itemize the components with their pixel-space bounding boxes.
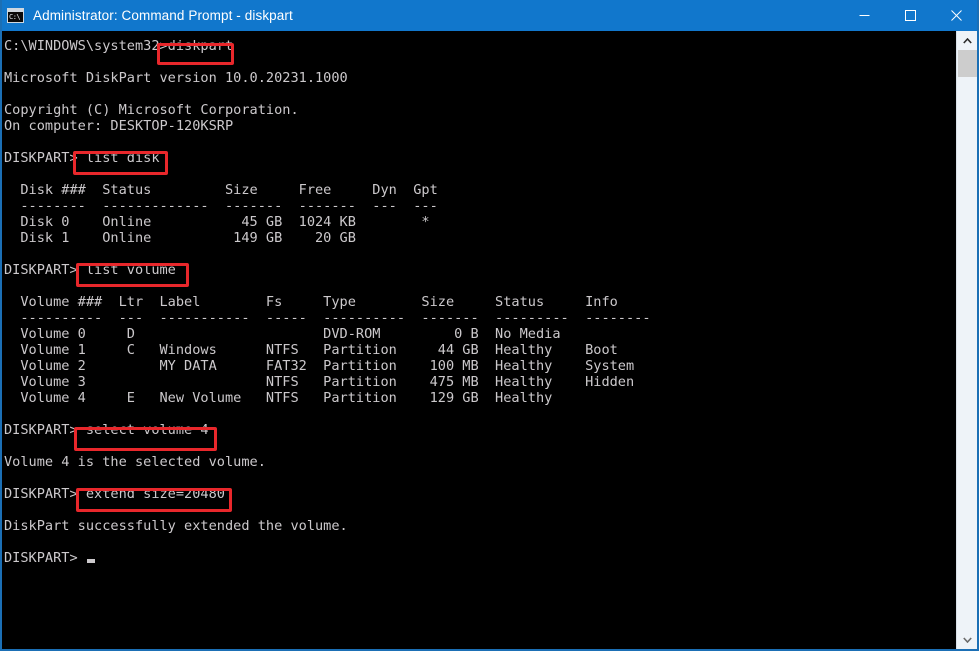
window-titlebar[interactable]: C:\ Administrator: Command Prompt - disk… bbox=[2, 0, 977, 31]
console-line: ---------- --- ----------- ----- -------… bbox=[4, 310, 651, 326]
window-controls bbox=[841, 0, 977, 31]
console-line: Disk ### Status Size Free Dyn Gpt bbox=[4, 182, 438, 198]
scrollbar-track[interactable] bbox=[957, 50, 977, 630]
console-icon: C:\ bbox=[7, 8, 24, 23]
console-text: C:\WINDOWS\system32>diskpart Microsoft D… bbox=[2, 38, 949, 566]
window-title: Administrator: Command Prompt - diskpart bbox=[33, 8, 293, 23]
console-line: Volume ### Ltr Label Fs Type Size Status… bbox=[4, 294, 618, 310]
console-icon-glyph: C:\ bbox=[9, 13, 21, 21]
console-scrollbar[interactable] bbox=[956, 31, 977, 649]
text-cursor bbox=[86, 559, 95, 563]
console-line: Volume 0 D DVD-ROM 0 B No Media bbox=[4, 326, 561, 342]
console-line: DISKPART> list volume bbox=[4, 262, 176, 278]
console-line: On computer: DESKTOP-120KSRP bbox=[4, 118, 234, 134]
console-output-area[interactable]: C:\WINDOWS\system32>diskpart Microsoft D… bbox=[2, 31, 949, 649]
console-line: Disk 1 Online 149 GB 20 GB bbox=[4, 230, 356, 246]
scrollbar-thumb[interactable] bbox=[958, 50, 977, 77]
console-line: DISKPART> bbox=[2, 550, 949, 566]
console-line: Microsoft DiskPart version 10.0.20231.10… bbox=[4, 70, 348, 86]
chevron-up-icon[interactable] bbox=[957, 31, 977, 50]
console-line: -------- ------------- ------- ------- -… bbox=[4, 198, 438, 214]
console-line: DISKPART> extend size=20480 bbox=[4, 486, 225, 502]
command-prompt-window: C:\ Administrator: Command Prompt - disk… bbox=[0, 0, 979, 651]
console-line: Volume 4 E New Volume NTFS Partition 129… bbox=[4, 390, 553, 406]
close-button[interactable] bbox=[933, 0, 977, 31]
console-line: C:\WINDOWS\system32>diskpart bbox=[4, 38, 234, 54]
console-line: DiskPart successfully extended the volum… bbox=[4, 518, 348, 534]
console-line: DISKPART> select volume 4 bbox=[4, 422, 209, 438]
console-line: Copyright (C) Microsoft Corporation. bbox=[4, 102, 299, 118]
console-line: Volume 3 NTFS Partition 475 MB Healthy H… bbox=[4, 374, 635, 390]
maximize-button[interactable] bbox=[887, 0, 933, 31]
chevron-down-icon[interactable] bbox=[957, 630, 977, 649]
console-line: DISKPART> list disk bbox=[4, 150, 160, 166]
console-line: Volume 2 MY DATA FAT32 Partition 100 MB … bbox=[4, 358, 635, 374]
console-line: Disk 0 Online 45 GB 1024 KB * bbox=[4, 214, 430, 230]
console-line: Volume 1 C Windows NTFS Partition 44 GB … bbox=[4, 342, 618, 358]
minimize-button[interactable] bbox=[841, 0, 887, 31]
console-line: Volume 4 is the selected volume. bbox=[4, 454, 266, 470]
